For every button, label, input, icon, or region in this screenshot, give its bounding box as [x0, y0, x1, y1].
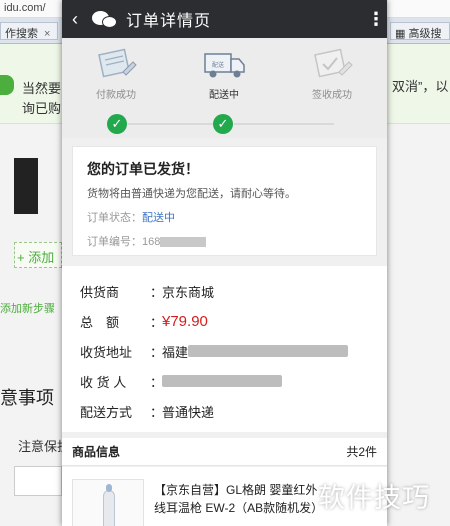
- shipping-value: 普通快递: [162, 404, 215, 420]
- receiver-row: 收 货 人 ：: [62, 366, 387, 396]
- notice-heading: 您的订单已发货！: [87, 161, 199, 177]
- order-number-value: 168: [142, 236, 161, 248]
- thermometer-tip: [106, 484, 112, 492]
- receiver-label: 收 货 人: [80, 374, 127, 390]
- tab-label: 作搜索: [5, 28, 38, 40]
- supplier-label: 供货商: [80, 284, 120, 300]
- browser-tab[interactable]: 作搜索 ×: [0, 22, 58, 40]
- shipping-label: 配送方式: [80, 404, 133, 420]
- more-icon[interactable]: ⋮: [367, 9, 385, 30]
- text-input[interactable]: [14, 466, 62, 496]
- payment-icon: [93, 46, 139, 82]
- product-image[interactable]: [72, 479, 144, 526]
- watermark: 软件技巧: [318, 483, 430, 513]
- order-number-label: 订单编号：: [87, 236, 142, 248]
- goods-count: 共2件: [346, 445, 377, 459]
- total-price: ¥79.90: [162, 312, 208, 330]
- product-title[interactable]: 【京东自营】GL格朗 婴童红外线耳温枪 EW-2（AB款随机发）: [154, 481, 324, 517]
- redacted-block: [188, 345, 349, 357]
- svg-text:配送: 配送: [212, 61, 224, 69]
- supplier-row: 供货商 ： 京东商城: [62, 276, 387, 306]
- address-value: 福建: [162, 344, 189, 360]
- check-icon: ✓: [213, 114, 233, 134]
- colon: ：: [150, 314, 164, 330]
- order-info: 供货商 ： 京东商城 总 额 ： ¥79.90 收货地址 ： 福建 收 货 人 ： 配送…: [62, 266, 387, 432]
- colon: ：: [150, 284, 164, 300]
- colon: ：: [150, 374, 164, 390]
- tab-label: 高级搜: [408, 28, 442, 40]
- colon: ：: [150, 404, 164, 420]
- total-row: 总 额 ： ¥79.90: [62, 306, 387, 336]
- wechat-icon: [92, 9, 118, 29]
- back-icon[interactable]: ‹: [72, 9, 86, 30]
- supplier-value: 京东商城: [162, 284, 215, 300]
- address-row: 收货地址 ： 福建: [62, 336, 387, 366]
- redacted-block: [160, 237, 207, 248]
- order-number-row: 订单编号：168: [87, 233, 362, 249]
- page-icon: ▦: [395, 28, 409, 40]
- close-icon[interactable]: ×: [44, 28, 50, 40]
- shipping-notice: 您的订单已发货！ 货物将由普通快递为您配送，请耐心等待。 订单状态：配送中 订单…: [72, 146, 377, 256]
- redacted-block: [162, 375, 282, 387]
- colon: ：: [150, 344, 164, 360]
- title-bar: ‹ 订单详情页 ⋮: [62, 0, 387, 38]
- thermometer-icon: [103, 490, 115, 526]
- order-status-row: 订单状态：配送中: [87, 209, 362, 225]
- add-button[interactable]: + 添加: [14, 242, 62, 268]
- phone-screen: ‹ 订单详情页 ⋮ 付款成功 配送 配送中 签收成功 ✓ ✓ 您的订单已发货！ …: [62, 0, 387, 526]
- goods-header-label: 商品信息: [72, 445, 121, 459]
- shipping-row: 配送方式 ： 普通快递: [62, 396, 387, 426]
- sign-icon: [309, 46, 355, 82]
- step-marker: [0, 75, 14, 95]
- order-progress: 付款成功 配送 配送中 签收成功 ✓ ✓: [62, 38, 387, 138]
- browser-tab[interactable]: ▦ 高级搜: [390, 22, 450, 40]
- total-label: 总 额: [80, 314, 120, 330]
- address-label: 收货地址: [80, 344, 133, 360]
- step-shipping: 配送 配送中: [184, 46, 264, 101]
- thumbnail[interactable]: [14, 158, 38, 214]
- order-status-value[interactable]: 配送中: [142, 212, 175, 224]
- step-text: 询已购: [22, 101, 62, 116]
- step-paid: 付款成功: [76, 46, 156, 101]
- goods-header: 商品信息 共2件: [62, 438, 387, 466]
- add-step-link[interactable]: 添加新步骤: [0, 300, 55, 316]
- notice-subtitle: 货物将由普通快递为您配送，请耐心等待。: [87, 188, 296, 200]
- step-label: 签收成功: [312, 90, 352, 101]
- step-label: 配送中: [209, 90, 239, 101]
- url-text: idu.com/: [4, 2, 46, 14]
- page-title: 订单详情页: [126, 13, 212, 30]
- truck-icon: 配送: [201, 46, 247, 82]
- order-status-label: 订单状态：: [87, 212, 142, 224]
- progress-line: [234, 123, 334, 125]
- section-heading: 意事项: [0, 388, 54, 408]
- check-icon: ✓: [107, 114, 127, 134]
- step-signed: 签收成功: [292, 46, 372, 101]
- step-text: 当然要: [22, 81, 62, 96]
- step-label: 付款成功: [96, 90, 136, 101]
- progress-line: [128, 123, 220, 125]
- step-text-right: 双消”，以: [392, 79, 449, 94]
